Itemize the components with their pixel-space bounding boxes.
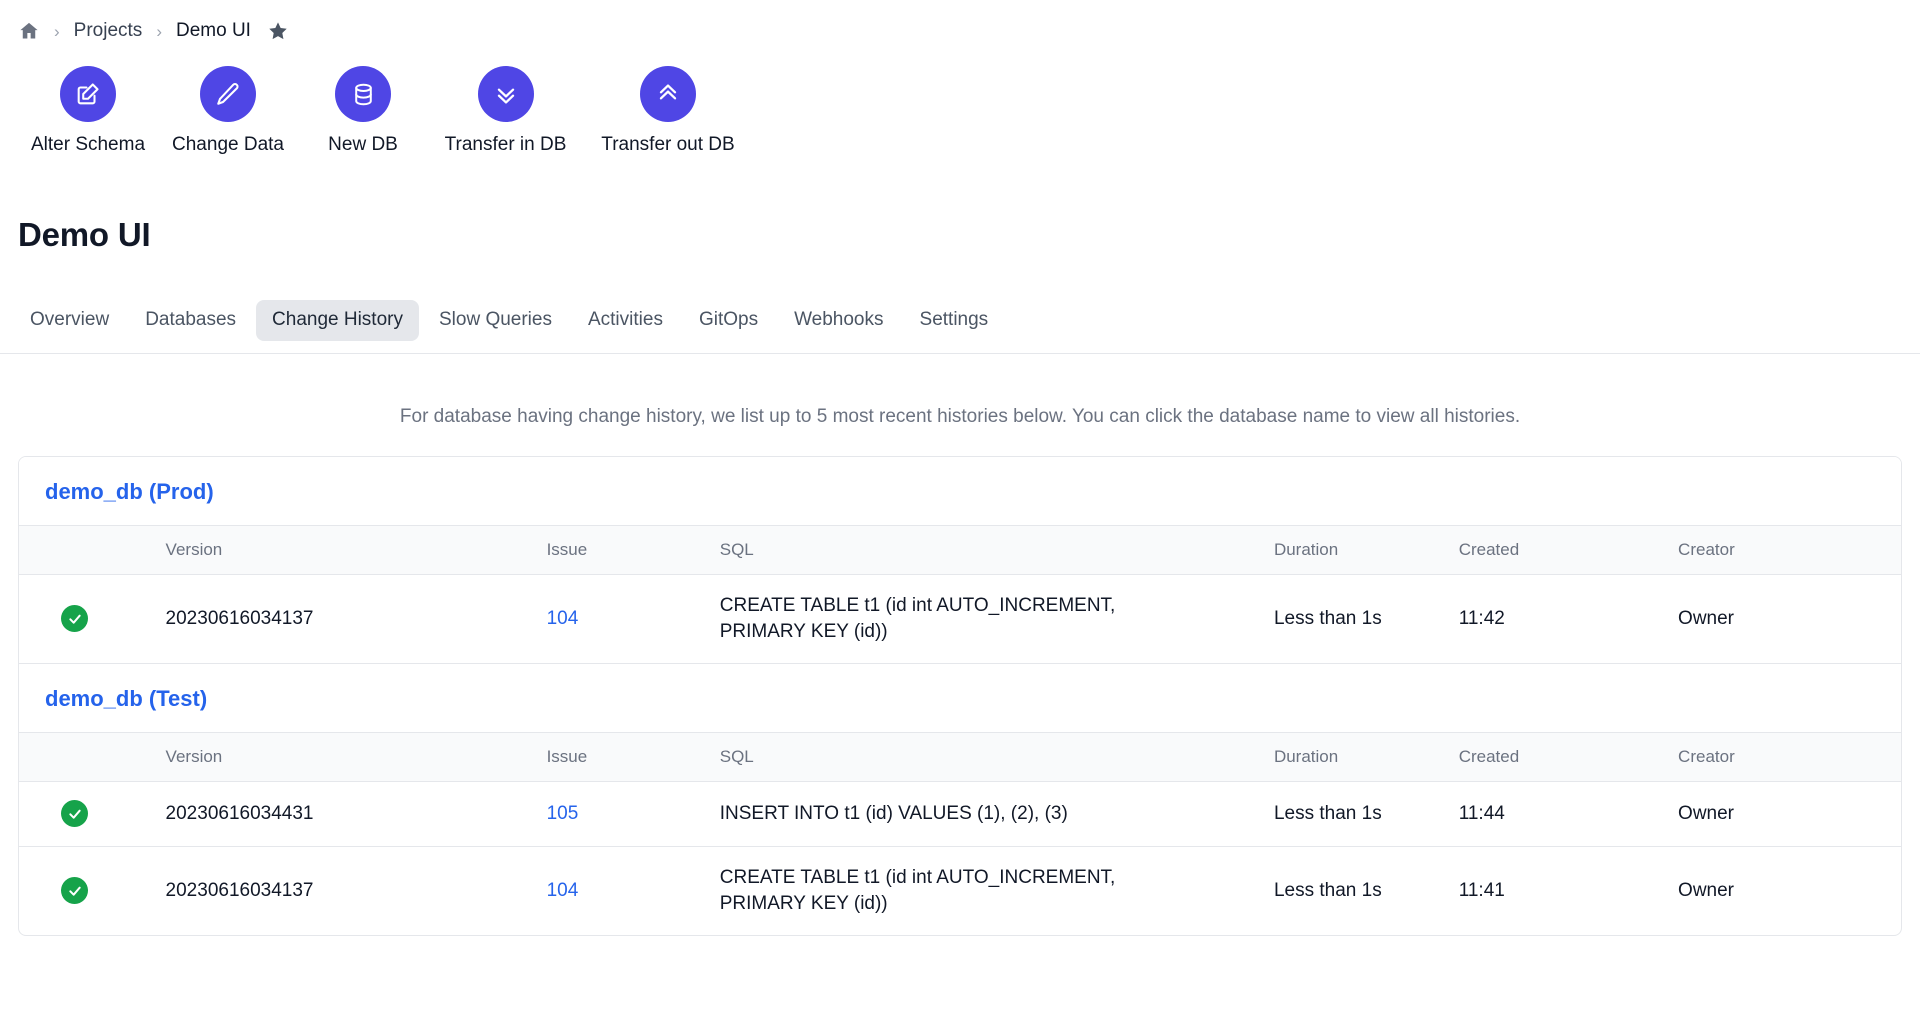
breadcrumb-link-projects[interactable]: Projects bbox=[74, 20, 143, 42]
tab-activities[interactable]: Activities bbox=[572, 300, 679, 341]
tab-databases[interactable]: Databases bbox=[129, 300, 252, 341]
cell-version: 20230616034137 bbox=[165, 880, 314, 902]
breadcrumb: › Projects › Demo UI bbox=[0, 0, 1920, 44]
table-row[interactable]: 20230616034431 105 INSERT INTO t1 (id) V… bbox=[19, 781, 1901, 847]
issue-link[interactable]: 104 bbox=[547, 608, 579, 629]
row-status-cell bbox=[19, 846, 158, 935]
column-header-issue: Issue bbox=[538, 732, 712, 783]
column-header-created: Created bbox=[1450, 525, 1671, 576]
db-link-test[interactable]: demo_db (Test) bbox=[45, 686, 207, 711]
db-section-header: demo_db (Prod) bbox=[19, 457, 1901, 526]
quick-action-transfer-in-db[interactable]: Transfer in DB bbox=[428, 66, 583, 156]
cell-creator: Owner bbox=[1678, 608, 1735, 630]
cell-creator: Owner bbox=[1670, 781, 1901, 847]
table-header-row: Version Issue SQL Duration Created Creat… bbox=[19, 732, 1901, 783]
cell-version: 20230616034431 bbox=[157, 781, 539, 847]
column-header-version: Version bbox=[157, 732, 539, 783]
edit-square-icon bbox=[60, 66, 116, 122]
table-row[interactable]: 20230616034137 104 CREATE TABLE t1 (id i… bbox=[19, 846, 1901, 935]
breadcrumb-separator-1: › bbox=[54, 21, 60, 41]
column-header-creator: Creator bbox=[1670, 525, 1901, 576]
change-history-table-prod: Version Issue SQL Duration Created Creat… bbox=[19, 525, 1901, 663]
db-link-prod[interactable]: demo_db (Prod) bbox=[45, 479, 214, 504]
breadcrumb-current-demo-ui[interactable]: Demo UI bbox=[176, 20, 251, 42]
cell-issue: 104 bbox=[539, 575, 712, 664]
cell-issue: 105 bbox=[538, 781, 712, 847]
column-header-issue: Issue bbox=[538, 525, 712, 576]
quick-action-transfer-out-db[interactable]: Transfer out DB bbox=[583, 66, 753, 156]
home-icon[interactable] bbox=[18, 20, 40, 42]
tab-webhooks[interactable]: Webhooks bbox=[778, 300, 899, 341]
page-title: Demo UI bbox=[18, 216, 151, 254]
table-header-row: Version Issue SQL Duration Created Creat… bbox=[19, 525, 1901, 576]
breadcrumb-separator-2: › bbox=[156, 21, 162, 41]
tab-slow-queries[interactable]: Slow Queries bbox=[423, 300, 568, 341]
quick-action-change-data[interactable]: Change Data bbox=[158, 66, 298, 156]
db-section-header: demo_db (Test) bbox=[19, 663, 1901, 733]
cell-sql: INSERT INTO t1 (id) VALUES (1), (2), (3) bbox=[711, 781, 1266, 847]
change-history-card: demo_db (Prod) Version Issue SQL Duratio… bbox=[18, 456, 1902, 937]
cell-sql: CREATE TABLE t1 (id int AUTO_INCREMENT, … bbox=[712, 846, 1266, 935]
quick-action-label: New DB bbox=[328, 134, 398, 155]
row-status-cell bbox=[19, 781, 158, 847]
status-success-icon bbox=[61, 877, 88, 905]
pencil-icon bbox=[200, 66, 256, 122]
database-icon bbox=[335, 66, 391, 122]
quick-action-alter-schema[interactable]: Alter Schema bbox=[18, 66, 158, 156]
sql-statement: CREATE TABLE t1 (id int AUTO_INCREMENT, … bbox=[719, 595, 1116, 643]
cell-duration: Less than 1s bbox=[1273, 608, 1382, 630]
column-header-version: Version bbox=[157, 525, 539, 576]
status-success-icon bbox=[61, 605, 88, 633]
table-row[interactable]: 20230616034137 104 CREATE TABLE t1 (id i… bbox=[19, 575, 1901, 664]
column-header-creator: Creator bbox=[1670, 732, 1901, 783]
tab-settings[interactable]: Settings bbox=[904, 300, 1005, 341]
tab-change-history[interactable]: Change History bbox=[256, 300, 419, 342]
chevron-double-up-icon bbox=[640, 66, 696, 122]
chevron-double-down-icon bbox=[477, 66, 534, 122]
column-header-duration: Duration bbox=[1265, 732, 1451, 783]
quick-action-label: Transfer in DB bbox=[444, 134, 567, 155]
column-header-status bbox=[19, 525, 158, 576]
quick-action-label: Transfer out DB bbox=[601, 134, 735, 155]
quick-action-label: Change Data bbox=[172, 134, 284, 155]
column-header-status bbox=[19, 732, 158, 783]
cell-version: 20230616034137 bbox=[165, 608, 314, 630]
column-header-duration: Duration bbox=[1265, 525, 1451, 576]
cell-created: 11:42 bbox=[1458, 608, 1505, 630]
row-status-cell bbox=[19, 575, 158, 664]
sql-statement: INSERT INTO t1 (id) VALUES (1), (2), (3) bbox=[719, 803, 1068, 825]
status-success-icon bbox=[61, 800, 88, 828]
issue-link[interactable]: 105 bbox=[547, 803, 579, 824]
change-history-description: For database having change history, we l… bbox=[399, 406, 1521, 428]
column-header-created: Created bbox=[1450, 732, 1671, 783]
change-history-table-test: Version Issue SQL Duration Created Creat… bbox=[19, 732, 1901, 935]
cell-creator: Owner bbox=[1678, 880, 1735, 902]
column-header-sql: SQL bbox=[711, 525, 1266, 576]
issue-link[interactable]: 104 bbox=[547, 880, 579, 901]
cell-created: 11:41 bbox=[1458, 880, 1505, 902]
sql-statement: CREATE TABLE t1 (id int AUTO_INCREMENT, … bbox=[719, 866, 1116, 915]
tab-overview[interactable]: Overview bbox=[14, 300, 125, 341]
column-header-sql: SQL bbox=[711, 732, 1266, 783]
cell-sql: CREATE TABLE t1 (id int AUTO_INCREMENT, … bbox=[712, 575, 1266, 664]
cell-issue: 104 bbox=[539, 846, 712, 935]
star-icon[interactable] bbox=[267, 20, 289, 42]
quick-action-bar: Alter Schema Change Data New DB Transfer bbox=[0, 44, 1920, 156]
cell-duration: Less than 1s bbox=[1265, 781, 1451, 847]
cell-created: 11:44 bbox=[1450, 781, 1671, 847]
quick-action-label: Alter Schema bbox=[30, 134, 146, 155]
tab-bar: Overview Databases Change History Slow Q… bbox=[0, 276, 1920, 355]
quick-action-new-db[interactable]: New DB bbox=[298, 66, 428, 156]
cell-duration: Less than 1s bbox=[1273, 880, 1382, 902]
tab-gitops[interactable]: GitOps bbox=[683, 300, 774, 341]
